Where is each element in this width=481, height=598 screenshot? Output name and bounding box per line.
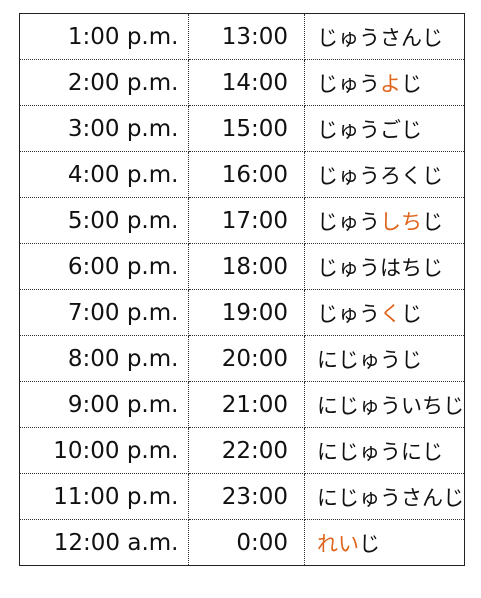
reading-text: じ <box>359 531 380 556</box>
japanese-reading-cell: じゅうごじ <box>304 105 465 152</box>
time-12h-cell: 7:00 p.m. <box>19 289 190 336</box>
japanese-reading-cell: れいじ <box>305 520 465 566</box>
time-12h-cell: 4:00 p.m. <box>19 151 190 198</box>
table-row: 7:00 p.m. 19:00 じゅうくじ <box>19 289 465 336</box>
time-12h-cell: 2:00 p.m. <box>19 59 190 106</box>
japanese-reading-cell: じゅうさんじ <box>304 13 465 60</box>
reading-text: じ <box>401 71 422 96</box>
time-24h-cell: 16:00 <box>188 151 305 198</box>
time-12h-cell: 11:00 p.m. <box>19 473 190 520</box>
time-24h-cell: 23:00 <box>188 473 305 520</box>
table-row: 2:00 p.m. 14:00 じゅうよじ <box>19 59 465 106</box>
reading-text: にじゅうにじ <box>317 439 443 464</box>
japanese-reading-cell: にじゅうにじ <box>304 427 465 474</box>
time-conversion-table: 1:00 p.m. 13:00 じゅうさんじ 2:00 p.m. 14:00 じゅうよじ 3… <box>19 13 465 566</box>
table-row: 10:00 p.m. 22:00 にじゅうにじ <box>19 427 465 474</box>
japanese-reading-cell: じゅうくじ <box>304 289 465 336</box>
reading-text: じゅう <box>317 301 380 326</box>
japanese-reading-cell: にじゅうじ <box>304 335 465 382</box>
table-row: 4:00 p.m. 16:00 じゅうろくじ <box>19 151 465 198</box>
time-12h-cell: 10:00 p.m. <box>19 427 190 474</box>
japanese-reading-cell: じゅうよじ <box>304 59 465 106</box>
table-row: 9:00 p.m. 21:00 にじゅういちじ <box>19 381 465 428</box>
reading-highlight: く <box>380 301 401 326</box>
time-24h-cell: 13:00 <box>188 13 305 60</box>
reading-highlight: よ <box>380 71 401 96</box>
japanese-reading-cell: じゅうはちじ <box>304 243 465 290</box>
time-24h-cell: 0:00 <box>188 519 305 566</box>
table-row: 5:00 p.m. 17:00 じゅうしちじ <box>19 197 465 244</box>
time-24h-cell: 19:00 <box>188 289 305 336</box>
table-row: 12:00 a.m. 0:00 れいじ <box>19 519 465 566</box>
time-12h-cell: 12:00 a.m. <box>19 519 190 566</box>
time-12h-cell: 9:00 p.m. <box>19 381 190 428</box>
time-24h-cell: 18:00 <box>188 243 305 290</box>
time-12h-cell: 1:00 p.m. <box>19 13 190 60</box>
time-12h-cell: 3:00 p.m. <box>19 105 190 152</box>
reading-text: じゅうはちじ <box>317 255 443 280</box>
time-24h-cell: 14:00 <box>188 59 305 106</box>
reading-highlight: しち <box>380 209 422 234</box>
reading-text: にじゅうじ <box>317 347 422 372</box>
table-row: 3:00 p.m. 15:00 じゅうごじ <box>19 105 465 152</box>
reading-text: じ <box>422 209 443 234</box>
time-24h-cell: 21:00 <box>188 381 305 428</box>
japanese-reading-cell: にじゅういちじ <box>304 381 465 428</box>
time-12h-cell: 6:00 p.m. <box>19 243 190 290</box>
table-body: 1:00 p.m. 13:00 じゅうさんじ 2:00 p.m. 14:00 じゅうよじ 3… <box>19 13 465 566</box>
japanese-reading-cell: じゅうろくじ <box>304 151 465 198</box>
reading-text: じ <box>401 301 422 326</box>
time-12h-cell: 8:00 p.m. <box>19 335 190 382</box>
reading-text: じゅうろくじ <box>317 163 443 188</box>
japanese-reading-cell: じゅうしちじ <box>304 197 465 244</box>
table-row: 1:00 p.m. 13:00 じゅうさんじ <box>19 13 465 60</box>
reading-text: じゅう <box>317 209 380 234</box>
table-row: 8:00 p.m. 20:00 にじゅうじ <box>19 335 465 382</box>
table-row: 6:00 p.m. 18:00 じゅうはちじ <box>19 243 465 290</box>
reading-text: にじゅうさんじ <box>317 485 464 510</box>
time-24h-cell: 15:00 <box>188 105 305 152</box>
reading-text: にじゅういちじ <box>317 393 464 418</box>
reading-highlight: れい <box>317 531 359 556</box>
time-24h-cell: 20:00 <box>188 335 305 382</box>
japanese-reading-cell: にじゅうさんじ <box>304 473 465 520</box>
time-12h-cell: 5:00 p.m. <box>19 197 190 244</box>
reading-text: じゅうごじ <box>317 117 422 142</box>
reading-text: じゅう <box>317 71 380 96</box>
reading-text: じゅうさんじ <box>317 25 443 50</box>
table-row: 11:00 p.m. 23:00 にじゅうさんじ <box>19 473 465 520</box>
time-24h-cell: 17:00 <box>188 197 305 244</box>
time-24h-cell: 22:00 <box>188 427 305 474</box>
